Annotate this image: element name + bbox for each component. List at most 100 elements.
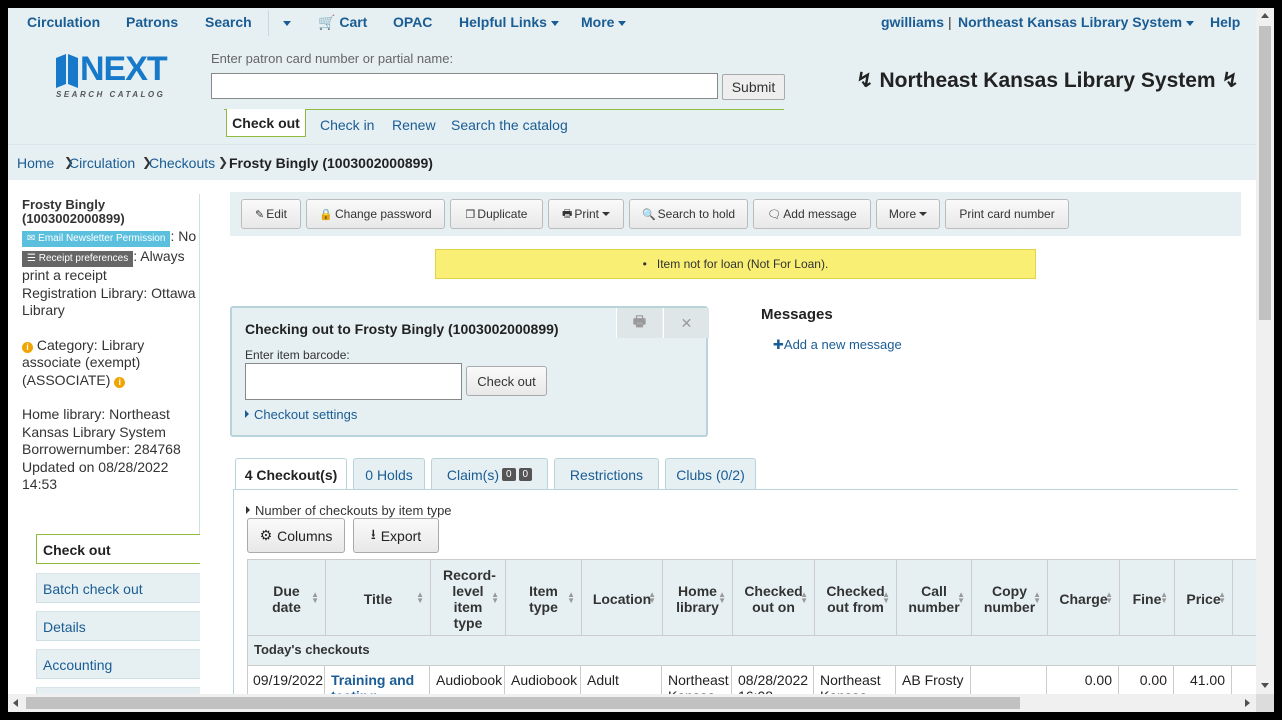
search-to-hold-button[interactable]: 🔍 Search to hold — [629, 199, 748, 229]
more-button[interactable]: More — [876, 199, 940, 229]
scroll-right-icon[interactable] — [1245, 699, 1250, 707]
export-button[interactable]: ⭳ Export — [353, 518, 439, 553]
cart-icon: 🛒 — [318, 14, 336, 30]
tab-check-in[interactable]: Check in — [320, 117, 374, 133]
vertical-scrollbar[interactable] — [1256, 8, 1274, 694]
breadcrumb-home[interactable]: Home — [17, 155, 54, 171]
breadcrumb-current: Frosty Bingly (1003002000899) — [229, 155, 433, 171]
chevron-down-icon — [550, 20, 559, 26]
nav-helpful-links[interactable]: Helpful Links — [459, 14, 559, 30]
tab-check-out[interactable]: Check out — [226, 109, 306, 137]
scroll-left-icon[interactable] — [13, 699, 18, 707]
scroll-up-icon[interactable] — [1261, 13, 1269, 18]
col-checked-out-on[interactable]: Checked out on ▲ ▼ — [733, 560, 815, 637]
sidemenu-accounting[interactable]: Accounting — [36, 649, 200, 679]
nav-opac[interactable]: OPAC — [393, 14, 432, 30]
columns-button[interactable]: ⚙ Columns — [247, 518, 345, 553]
lock-icon: 🔒 — [319, 208, 333, 221]
email-permission-label[interactable]: ✉ Email Newsletter Permission — [22, 231, 171, 247]
nav-more[interactable]: More — [581, 14, 627, 30]
caret-right-icon — [246, 506, 250, 514]
tab-restrictions[interactable]: Restrictions — [554, 458, 659, 490]
submit-button[interactable]: Submit — [722, 74, 785, 100]
cell-title-link[interactable]: Training and testing record — [325, 666, 430, 694]
pencil-icon: ✎ — [255, 208, 265, 221]
cell-checked-out-on: 08/28/2022 16:08 — [732, 666, 814, 694]
breadcrumb-checkouts[interactable]: Checkouts — [149, 155, 215, 171]
close-icon[interactable]: ✕ — [663, 308, 709, 338]
edit-button[interactable]: ✎ Edit — [241, 199, 301, 229]
col-due-date[interactable]: Due date ▲ ▼ — [248, 560, 326, 637]
col-item-type[interactable]: Item type ▲ ▼ — [506, 560, 582, 637]
sidemenu-details[interactable]: Details — [36, 611, 200, 641]
add-message-button[interactable]: 🗨 Add message — [753, 199, 871, 229]
barcode-label: Enter item barcode: — [245, 348, 350, 362]
lightning-icon: ↯ — [1221, 69, 1240, 92]
col-checked-out-from[interactable]: Checked out from ▲ ▼ — [815, 560, 897, 637]
nav-help[interactable]: Help — [1210, 14, 1240, 30]
claims-badge: 0 — [501, 468, 516, 481]
home-library: Home library: Northeast Kansas Library S… — [22, 406, 170, 440]
chevron-down-icon — [618, 20, 627, 26]
print-icon[interactable]: 🖶 — [616, 308, 662, 338]
user-menu[interactable]: gwilliams — [881, 14, 944, 30]
chevron-down-icon — [602, 212, 611, 216]
tab-clubs[interactable]: Clubs (0/2) — [665, 458, 756, 490]
search-dropdown-toggle[interactable] — [279, 14, 291, 30]
checkout-settings-toggle[interactable]: Checkout settings — [245, 407, 357, 422]
col-home-library[interactable]: Home library ▲ ▼ — [663, 560, 733, 637]
patron-toolbar: ✎ Edit 🔒 Change password ❐ Duplicate 🖶 Print… — [230, 192, 1241, 236]
tab-holds[interactable]: 0 Holds — [353, 458, 425, 490]
change-password-button[interactable]: 🔒 Change password — [306, 199, 445, 229]
nav-cart[interactable]: 🛒 Cart — [318, 14, 367, 31]
comment-icon: 🗨 — [767, 208, 782, 221]
sidemenu-batch-check-out[interactable]: Batch check out — [36, 573, 200, 603]
patron-search-input[interactable] — [211, 73, 718, 99]
check-out-button[interactable]: Check out — [466, 366, 547, 396]
horizontal-scrollbar[interactable] — [8, 694, 1256, 712]
receipt-preferences-label[interactable]: ☰ Receipt preferences — [22, 251, 134, 267]
sidebar-divider — [199, 194, 200, 539]
vertical-scroll-thumb[interactable] — [1259, 26, 1271, 320]
info-icon[interactable]: i — [114, 376, 126, 388]
col-copy-number[interactable]: Copy number ▲ ▼ — [972, 560, 1048, 637]
tab-search-catalog[interactable]: Search the catalog — [451, 117, 568, 133]
horizontal-scroll-thumb[interactable] — [26, 697, 1020, 709]
chevron-down-icon — [1186, 20, 1195, 26]
info-icon: i — [22, 341, 33, 353]
breadcrumb-circulation[interactable]: Circulation — [69, 155, 135, 171]
col-title[interactable]: Title ▲ ▼ — [326, 560, 431, 637]
print-button[interactable]: 🖶 Print — [548, 199, 624, 229]
cell-copy-number — [971, 666, 1047, 694]
duplicate-button[interactable]: ❐ Duplicate — [450, 199, 543, 229]
sort-icon: ▲ ▼ — [1105, 590, 1113, 605]
col-record-level-item-type[interactable]: Record-level item type ▲ ▼ — [431, 560, 506, 637]
download-icon: ⭳ — [370, 525, 376, 542]
sort-icon: ▲ ▼ — [311, 590, 319, 605]
tab-checkouts[interactable]: 4 Checkout(s) — [235, 458, 347, 491]
nav-circulation[interactable]: Circulation — [27, 14, 100, 30]
col-price[interactable]: Price ▲ ▼ — [1175, 560, 1233, 637]
barcode-input[interactable] — [245, 363, 462, 400]
sidemenu-check-out[interactable]: Check out — [36, 534, 200, 564]
next-logo[interactable]: NEXT SEARCH CATALOG — [54, 50, 190, 99]
library-menu[interactable]: Northeast Kansas Library System — [958, 14, 1195, 30]
col-charge[interactable]: Charge ▲ ▼ — [1048, 560, 1120, 637]
col-fine[interactable]: Fine ▲ ▼ — [1120, 560, 1175, 637]
chevron-down-icon — [919, 212, 928, 216]
tab-claims[interactable]: Claim(s) 0 0 — [431, 458, 548, 490]
col-location[interactable]: Location ▲ ▼ — [582, 560, 663, 637]
tab-renew[interactable]: Renew — [392, 117, 436, 133]
sidemenu-item[interactable] — [36, 687, 200, 694]
nav-patrons[interactable]: Patrons — [126, 14, 178, 30]
scroll-down-icon[interactable] — [1261, 683, 1269, 688]
print-card-number-button[interactable]: Print card number — [945, 199, 1069, 229]
nav-search[interactable]: Search — [205, 14, 252, 30]
checkouts-by-type-toggle[interactable]: Number of checkouts by item type — [246, 503, 452, 518]
sort-icon: ▲ ▼ — [1033, 590, 1041, 605]
patron-cardnumber: (1003002000899) — [22, 211, 125, 226]
add-message-link[interactable]: ✚Add a new message — [773, 337, 902, 353]
updated-on: Updated on 08/28/2022 14:53 — [22, 458, 169, 493]
col-call-number[interactable]: Call number ▲ ▼ — [897, 560, 972, 637]
chevron-right-icon: ❯ — [218, 155, 229, 169]
